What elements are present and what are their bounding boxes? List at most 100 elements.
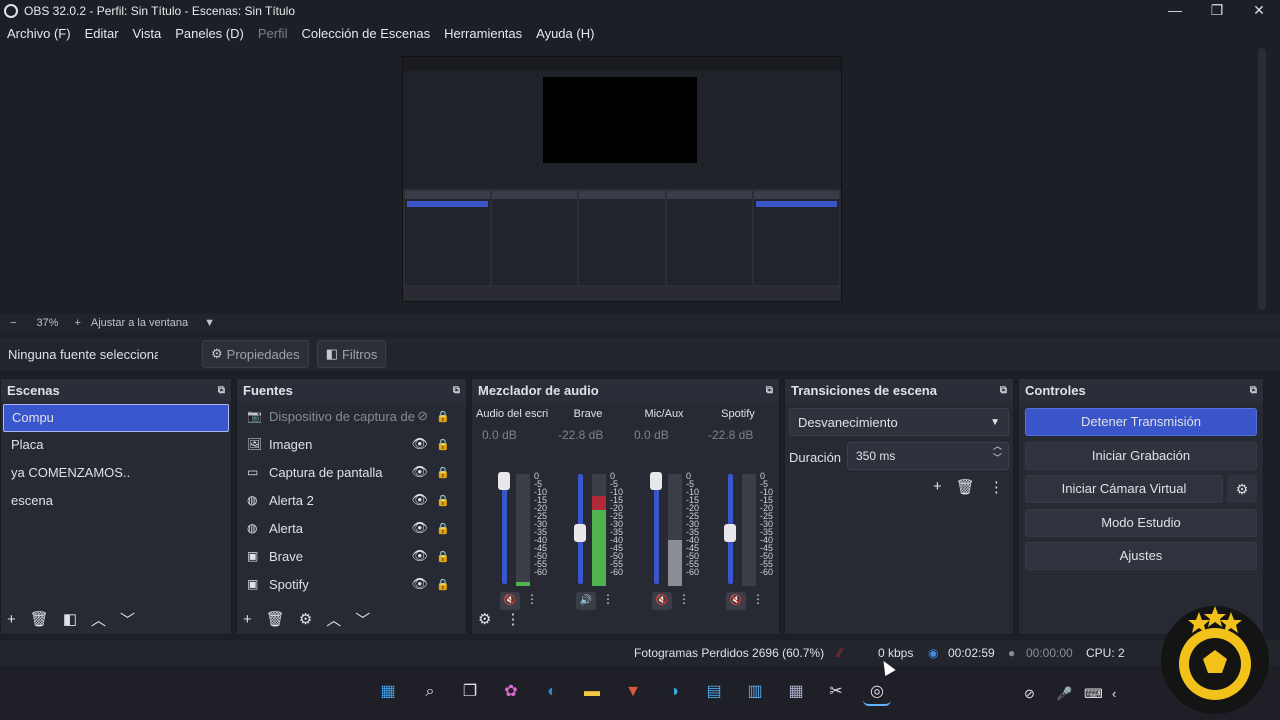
menu-edit[interactable]: Editar <box>78 26 126 41</box>
lock-icon[interactable]: 🔒 <box>436 466 450 479</box>
copilot-icon[interactable]: ✿ <box>497 678 525 706</box>
scene-item[interactable]: Placa <box>3 432 229 460</box>
remove-transition-button[interactable]: 🗑 <box>956 478 975 496</box>
kebab-menu-icon[interactable]: ⋮ <box>505 610 520 628</box>
properties-button[interactable]: ⚙ Propiedades <box>202 340 309 368</box>
source-item[interactable]: ▣ Brave 👁 🔒 <box>237 542 466 570</box>
windows-start-icon[interactable]: ▦ <box>374 678 402 706</box>
virtual-camera-button[interactable]: Iniciar Cámara Virtual <box>1025 475 1223 503</box>
eye-hidden-icon[interactable]: ⊘ <box>417 408 428 424</box>
edge-icon[interactable]: ◐ <box>538 678 566 706</box>
maximize-button[interactable]: ❐ <box>1196 0 1238 22</box>
menu-help[interactable]: Ayuda (H) <box>529 26 601 41</box>
microphone-icon[interactable]: 🎤 <box>1056 686 1072 702</box>
menu-tools[interactable]: Herramientas <box>437 26 529 41</box>
source-item[interactable]: ◍ Alerta 👁 🔒 <box>237 514 466 542</box>
undock-icon[interactable]: ⧉ <box>218 385 225 396</box>
source-item[interactable]: ▭ Captura de pantalla 👁 🔒 <box>237 458 466 486</box>
source-item[interactable]: ▣ Spotify 👁 🔒 <box>237 570 466 598</box>
edge-beta-icon[interactable]: ◑ <box>660 678 688 706</box>
source-properties-button[interactable]: ⚙ <box>299 610 312 628</box>
volume-knob[interactable] <box>724 524 736 542</box>
menu-docks[interactable]: Paneles (D) <box>168 26 251 41</box>
obs-taskbar-icon[interactable]: ◎ <box>863 678 891 706</box>
move-down-button[interactable]: ﹀ <box>120 609 135 630</box>
calculator-icon[interactable]: ▦ <box>782 678 810 706</box>
zoom-in-button[interactable]: + <box>74 317 80 329</box>
move-up-button[interactable]: ︿ <box>91 609 106 630</box>
stop-stream-button[interactable]: Detener Transmisión <box>1025 408 1257 436</box>
keyboard-icon[interactable]: ⌨ <box>1084 686 1103 702</box>
eye-icon[interactable]: 👁 <box>411 520 428 536</box>
duration-input[interactable]: 350 ms ︿ ﹀ <box>847 440 1009 470</box>
remove-scene-button[interactable]: 🗑 <box>30 610 49 628</box>
zoom-fit-label[interactable]: Ajustar a la ventana <box>91 317 188 329</box>
eye-icon[interactable]: 👁 <box>411 576 428 592</box>
eye-icon[interactable]: 👁 <box>411 492 428 508</box>
brave-icon[interactable]: ▼ <box>619 678 647 706</box>
zoom-dropdown-icon[interactable]: ▼ <box>204 317 215 329</box>
source-item[interactable]: ◍ Alerta 2 👁 🔒 <box>237 486 466 514</box>
notes-icon[interactable]: ▥ <box>741 678 769 706</box>
zoom-level: 37% <box>36 317 59 329</box>
volume-knob[interactable] <box>498 472 510 490</box>
start-recording-button[interactable]: Iniciar Grabación <box>1025 442 1257 470</box>
scene-item[interactable]: ya COMENZAMOS.. <box>3 460 229 488</box>
remove-source-button[interactable]: 🗑 <box>266 610 285 628</box>
eye-icon[interactable]: 👁 <box>411 436 428 452</box>
undock-icon[interactable]: ⧉ <box>766 385 773 396</box>
lock-icon[interactable]: 🔒 <box>436 438 450 451</box>
menu-profile[interactable]: Perfil <box>251 26 295 41</box>
lock-icon[interactable]: 🔒 <box>436 578 450 591</box>
preview-scrollbar[interactable] <box>1258 48 1266 310</box>
preview-canvas[interactable] <box>402 56 842 302</box>
filters-button[interactable]: ◧ Filtros <box>316 340 387 368</box>
move-up-button[interactable]: ︿ <box>326 609 341 630</box>
source-item[interactable]: 🖼 Imagen 👁 🔒 <box>237 430 466 458</box>
volume-knob[interactable] <box>574 524 586 542</box>
add-source-button[interactable]: + <box>243 611 252 628</box>
menu-view[interactable]: Vista <box>126 26 169 41</box>
undock-icon[interactable]: ⧉ <box>1000 385 1007 396</box>
tray-chevron-icon[interactable]: ‹ <box>1112 686 1116 701</box>
studio-mode-button[interactable]: Modo Estudio <box>1025 509 1257 537</box>
lock-icon[interactable]: 🔒 <box>436 410 450 423</box>
eye-icon[interactable]: 👁 <box>411 548 428 564</box>
store-icon[interactable]: ▤ <box>700 678 728 706</box>
add-transition-button[interactable]: + <box>933 478 942 496</box>
scene-item[interactable]: escena <box>3 488 229 516</box>
advanced-audio-icon[interactable]: ⚙ <box>478 610 491 628</box>
lock-icon[interactable]: 🔒 <box>436 522 450 535</box>
channel-name: Mic/Aux <box>644 408 684 420</box>
transition-select[interactable]: Desvanecimiento ▼ <box>789 408 1009 436</box>
add-scene-button[interactable]: + <box>7 611 16 628</box>
source-item[interactable]: 📷 Dispositivo de captura de vídeo ⊘ 🔒 <box>237 402 466 430</box>
scene-filters-button[interactable]: ◧ <box>63 610 77 628</box>
record-icon: ● <box>1008 646 1016 660</box>
lock-icon[interactable]: 🔒 <box>436 550 450 563</box>
volume-slider[interactable] <box>502 474 507 584</box>
snipping-icon[interactable]: ✂ <box>822 678 850 706</box>
folder-icon[interactable]: ▬ <box>578 678 606 706</box>
lock-icon[interactable]: 🔒 <box>436 494 450 507</box>
volume-knob[interactable] <box>650 472 662 490</box>
scene-item[interactable]: Compu <box>3 404 229 432</box>
undock-icon[interactable]: ⧉ <box>453 385 460 396</box>
title-bar: OBS 32.0.2 - Perfil: Sin Título - Escena… <box>0 0 1280 22</box>
mic-off-icon[interactable]: ⊘ <box>1024 686 1035 702</box>
search-icon[interactable]: ⌕ <box>416 678 444 706</box>
eye-icon[interactable]: 👁 <box>411 464 428 480</box>
close-button[interactable]: ✕ <box>1238 0 1280 22</box>
menu-scene-collection[interactable]: Colección de Escenas <box>294 26 437 41</box>
spinner-icon[interactable]: ︿ ﹀ <box>993 440 1002 464</box>
virtual-camera-settings-button[interactable]: ⚙ <box>1227 475 1257 503</box>
settings-button[interactable]: Ajustes <box>1025 542 1257 570</box>
task-view-icon[interactable]: ❐ <box>456 678 484 706</box>
move-down-button[interactable]: ﹀ <box>355 609 370 630</box>
menu-file[interactable]: Archivo (F) <box>0 26 78 41</box>
zoom-out-button[interactable]: − <box>10 317 16 329</box>
volume-slider[interactable] <box>654 474 659 584</box>
undock-icon[interactable]: ⧉ <box>1250 385 1257 396</box>
minimize-button[interactable]: — <box>1154 0 1196 22</box>
kebab-menu-icon[interactable]: ⋮ <box>989 478 1004 496</box>
